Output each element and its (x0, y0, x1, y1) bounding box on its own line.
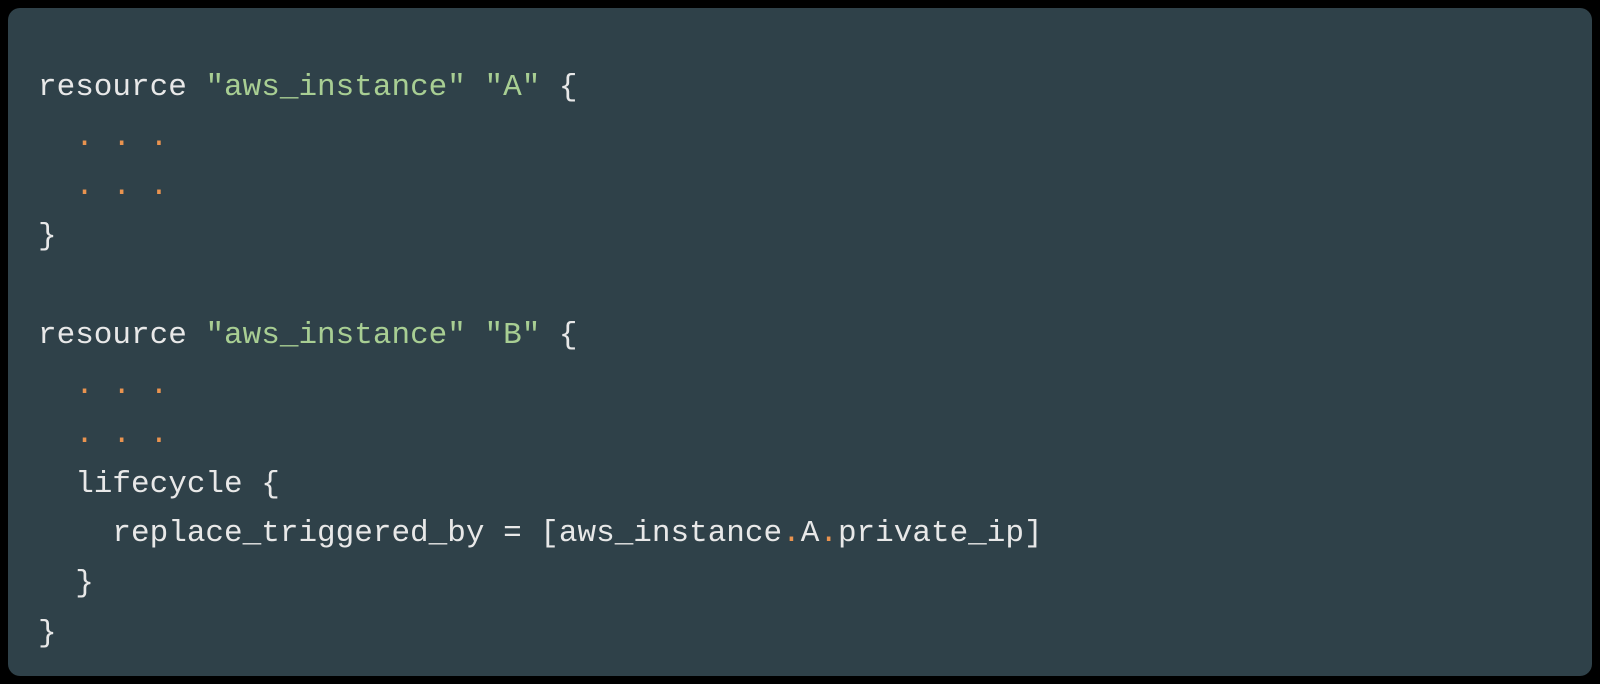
code-token (38, 120, 75, 155)
code-token: resource (38, 318, 205, 353)
code-token: } (38, 616, 57, 651)
code-token: lifecycle { (38, 467, 280, 502)
code-token: "aws_instance" (205, 70, 465, 105)
code-line: replace_triggered_by = [aws_instance.A.p… (38, 509, 1562, 559)
code-token: "aws_instance" (205, 318, 465, 353)
code-line: . . . (38, 113, 1562, 163)
code-token (38, 169, 75, 204)
code-line: . . . (38, 361, 1562, 411)
code-line: . . . (38, 410, 1562, 460)
code-line (38, 261, 1562, 311)
code-token: } (38, 219, 57, 254)
code-token: } (38, 566, 94, 601)
code-token: . . . (75, 417, 168, 452)
code-line: . . . (38, 162, 1562, 212)
code-token: { (540, 318, 577, 353)
code-token: replace_triggered_by = [aws_instance (38, 516, 782, 551)
code-token: { (540, 70, 577, 105)
code-token (38, 417, 75, 452)
code-token: . . . (75, 169, 168, 204)
code-token (38, 368, 75, 403)
code-line: resource "aws_instance" "A" { (38, 63, 1562, 113)
code-token: private_ip] (838, 516, 1043, 551)
code-token: "B" (485, 318, 541, 353)
code-token: . . . (75, 120, 168, 155)
code-line: resource "aws_instance" "B" { (38, 311, 1562, 361)
code-line: } (38, 212, 1562, 262)
code-token: A (801, 516, 820, 551)
code-token: "A" (485, 70, 541, 105)
code-line: } (38, 609, 1562, 659)
code-token: . (782, 516, 801, 551)
code-block: resource "aws_instance" "A" { . . . . . … (8, 8, 1592, 676)
code-line: lifecycle { (38, 460, 1562, 510)
code-token: . . . (75, 368, 168, 403)
code-token: resource (38, 70, 205, 105)
code-token: . (819, 516, 838, 551)
code-line: } (38, 559, 1562, 609)
code-token (466, 318, 485, 353)
code-token (466, 70, 485, 105)
